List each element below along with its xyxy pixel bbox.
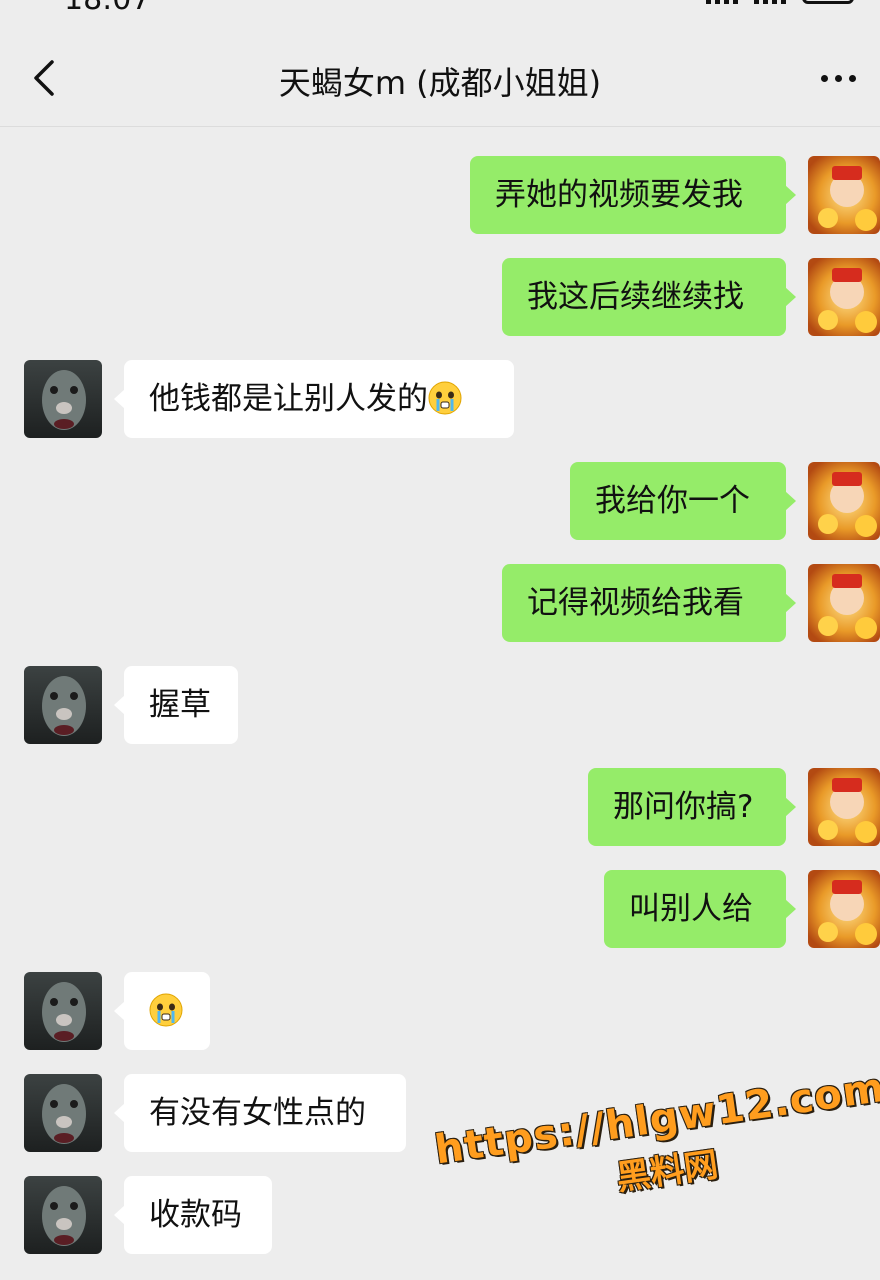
message-row: 弄她的视频要发我 (0, 156, 880, 234)
avatar-image (24, 1176, 102, 1254)
contact-avatar[interactable] (24, 972, 102, 1050)
message-bubble[interactable]: 他钱都是让别人发的 (114, 360, 514, 438)
avatar-image (24, 360, 102, 438)
my-avatar[interactable] (808, 258, 880, 336)
crying-face-icon (428, 381, 462, 415)
message-bubble[interactable] (114, 972, 210, 1050)
message-bubble[interactable]: 有没有女性点的 (114, 1074, 406, 1152)
contact-avatar[interactable] (24, 1176, 102, 1254)
message-bubble[interactable]: 我给你一个 (570, 462, 796, 540)
contact-avatar[interactable] (24, 1074, 102, 1152)
more-dot-icon (834, 74, 842, 82)
crying-face-icon (149, 993, 183, 1027)
message-row: 记得视频给我看 (0, 564, 880, 642)
avatar-image (808, 462, 880, 540)
message-bubble[interactable]: 握草 (114, 666, 238, 744)
message-row: 叫别人给 (0, 870, 880, 948)
avatar-image (24, 972, 102, 1050)
status-icons: 44 (706, 0, 854, 4)
battery-icon: 44 (802, 0, 854, 4)
more-button[interactable] (808, 56, 868, 100)
more-dot-icon (848, 74, 856, 82)
message-text: 他钱都是让别人发的 (149, 381, 428, 417)
message-bubble[interactable]: 那问你搞? (588, 768, 796, 846)
more-dot-icon (820, 74, 828, 82)
status-bar: 18:07 44 (0, 0, 880, 18)
avatar-image (808, 258, 880, 336)
message-bubble[interactable]: 收款码 (114, 1176, 272, 1254)
message-row (0, 972, 880, 1050)
message-bubble[interactable]: 叫别人给 (604, 870, 796, 948)
avatar-image (808, 768, 880, 846)
message-row: 我这后续继续找 (0, 258, 880, 336)
status-time: 18:07 (64, 0, 150, 17)
avatar-image (24, 1074, 102, 1152)
message-bubble[interactable]: 弄她的视频要发我 (470, 156, 796, 234)
my-avatar[interactable] (808, 870, 880, 948)
message-bubble[interactable]: 我这后续继续找 (502, 258, 796, 336)
message-bubble[interactable]: 记得视频给我看 (502, 564, 796, 642)
avatar-image (808, 870, 880, 948)
message-row: 握草 (0, 666, 880, 744)
contact-avatar[interactable] (24, 360, 102, 438)
contact-avatar[interactable] (24, 666, 102, 744)
my-avatar[interactable] (808, 768, 880, 846)
chat-title: 天蝎女m (成都小姐姐) (278, 64, 602, 102)
my-avatar[interactable] (808, 564, 880, 642)
signal-icon (706, 0, 738, 4)
avatar-image (808, 156, 880, 234)
signal-icon-2 (754, 0, 786, 4)
chat-header: 天蝎女m (成都小姐姐) (0, 30, 880, 127)
my-avatar[interactable] (808, 462, 880, 540)
message-row: 他钱都是让别人发的 (0, 360, 880, 438)
message-row: 我给你一个 (0, 462, 880, 540)
avatar-image (808, 564, 880, 642)
avatar-image (24, 666, 102, 744)
my-avatar[interactable] (808, 156, 880, 234)
message-row: 那问你搞? (0, 768, 880, 846)
